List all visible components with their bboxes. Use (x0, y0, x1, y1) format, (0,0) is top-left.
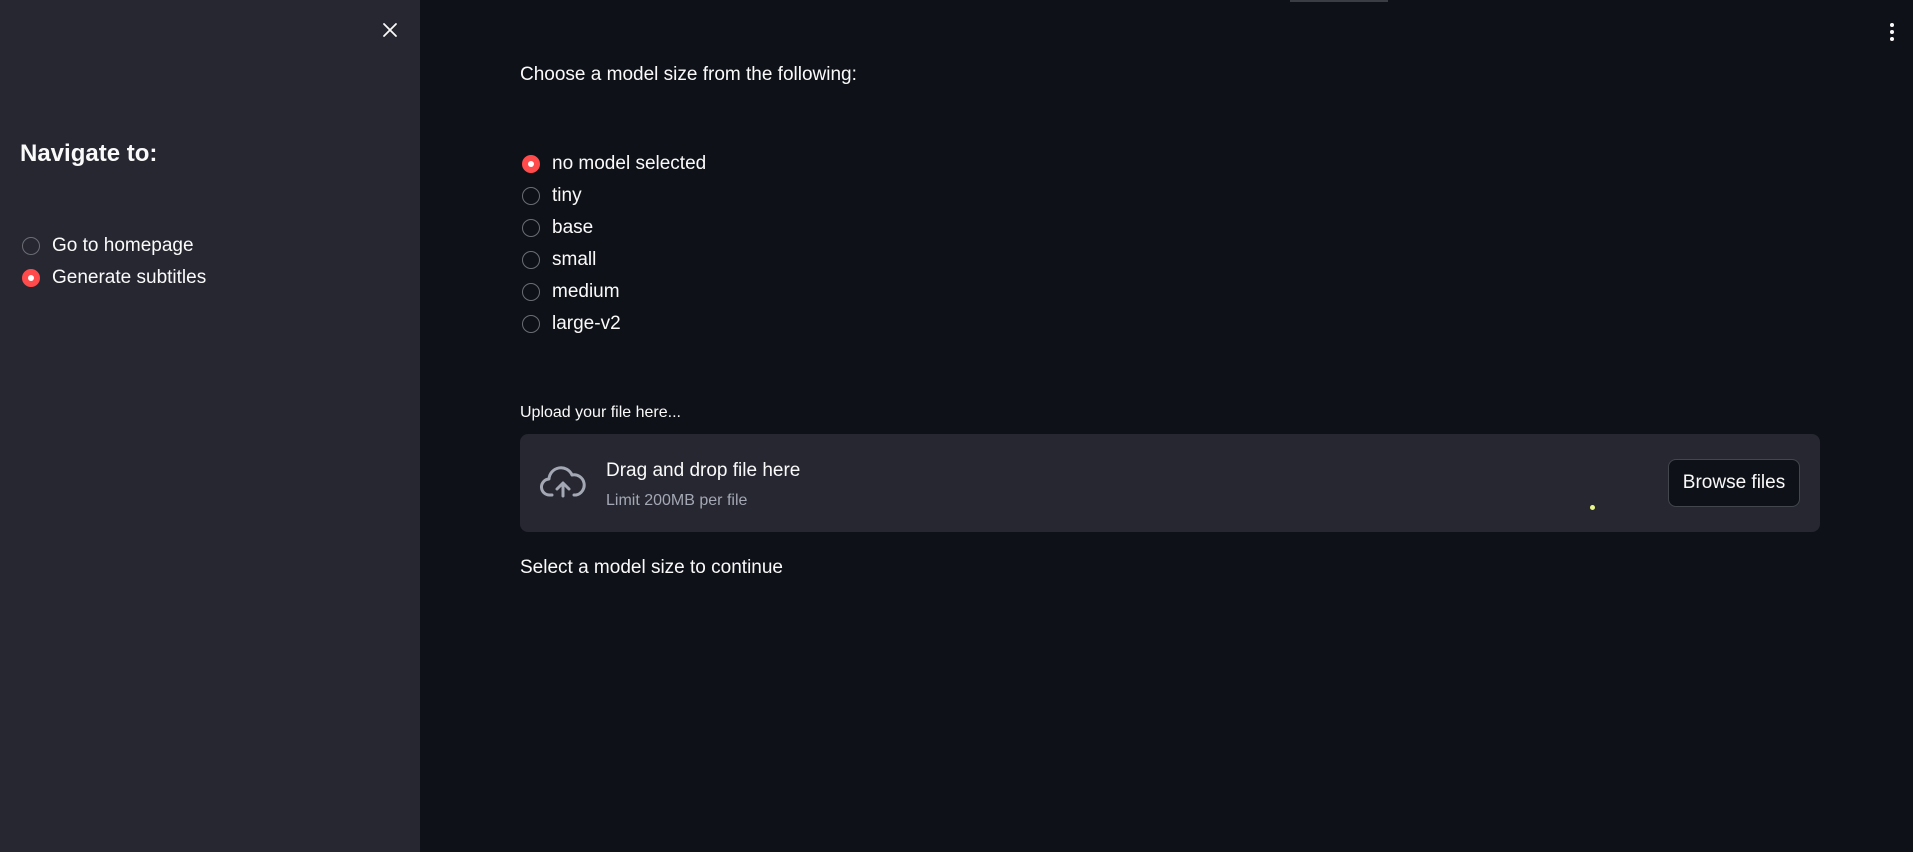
model-size-radio-group: no model selected tiny base small medium… (522, 148, 706, 340)
browse-files-button[interactable]: Browse files (1668, 459, 1800, 507)
app-root: Navigate to: Go to homepage Generate sub… (0, 0, 1913, 852)
nav-option-homepage[interactable]: Go to homepage (22, 230, 206, 262)
vertical-ellipsis-icon (1890, 23, 1894, 27)
model-option-large-v2[interactable]: large-v2 (522, 308, 706, 340)
nav-option-generate-subtitles[interactable]: Generate subtitles (22, 262, 206, 294)
status-message: Select a model size to continue (520, 557, 783, 578)
model-option-small[interactable]: small (522, 244, 706, 276)
upload-label: Upload your file here... (520, 404, 681, 421)
mouse-cursor-dot (1590, 505, 1595, 510)
model-option-tiny[interactable]: tiny (522, 180, 706, 212)
main-menu-button[interactable] (1882, 20, 1902, 44)
model-option-label: large-v2 (552, 313, 621, 334)
model-option-label: no model selected (552, 153, 707, 174)
radio-button[interactable] (522, 251, 540, 269)
radio-button[interactable] (22, 237, 40, 255)
radio-button[interactable] (522, 219, 540, 237)
ellipsis-dot (1890, 37, 1894, 41)
model-option-label: tiny (552, 185, 582, 206)
close-icon (383, 23, 397, 37)
sidebar-title: Navigate to: (20, 140, 158, 167)
dropzone-limit-text: Limit 200MB per file (606, 492, 748, 509)
header-decoration (1290, 0, 1388, 2)
model-option-medium[interactable]: medium (522, 276, 706, 308)
radio-button[interactable] (522, 315, 540, 333)
cloud-upload-icon (540, 466, 586, 498)
radio-button-selected[interactable] (522, 155, 540, 173)
model-size-prompt: Choose a model size from the following: (520, 64, 857, 85)
ellipsis-dot (1890, 30, 1894, 34)
model-option-base[interactable]: base (522, 212, 706, 244)
sidebar: Navigate to: Go to homepage Generate sub… (0, 0, 420, 852)
nav-option-label: Go to homepage (52, 235, 194, 256)
model-option-label: medium (552, 281, 620, 302)
radio-button[interactable] (522, 187, 540, 205)
file-dropzone[interactable]: Drag and drop file here Limit 200MB per … (520, 434, 1820, 532)
model-option-label: base (552, 217, 594, 238)
nav-option-label: Generate subtitles (52, 267, 207, 288)
model-option-none[interactable]: no model selected (522, 148, 706, 180)
radio-button-selected[interactable] (22, 269, 40, 287)
model-option-label: small (552, 249, 597, 270)
dropzone-title: Drag and drop file here (606, 460, 801, 481)
navigation-radio-group: Go to homepage Generate subtitles (22, 230, 206, 294)
close-sidebar-button[interactable] (378, 18, 402, 42)
radio-button[interactable] (522, 283, 540, 301)
